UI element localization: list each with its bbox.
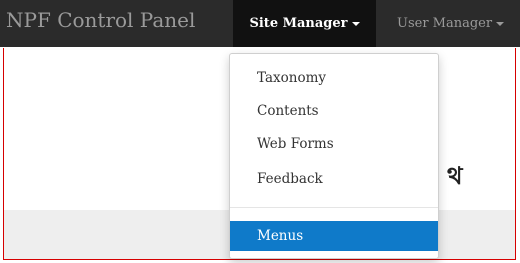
menu-item-contents[interactable]: Contents — [230, 96, 438, 126]
menu-item-feedback[interactable]: Feedback — [230, 164, 438, 194]
menu-divider — [230, 207, 438, 208]
caret-down-icon — [351, 21, 360, 26]
menu-item-taxonomy[interactable]: Taxonomy — [230, 63, 438, 93]
top-navbar: NPF Control Panel Site Manager User Mana… — [0, 0, 520, 47]
nav-user-manager[interactable]: User Manager — [397, 0, 505, 47]
partial-heading: থ — [447, 162, 463, 190]
brand-title[interactable]: NPF Control Panel — [6, 8, 195, 32]
nav-user-manager-label: User Manager — [397, 16, 493, 31]
site-manager-dropdown: Taxonomy Contents Web Forms Feedback Men… — [229, 53, 439, 259]
caret-down-icon — [496, 21, 505, 26]
nav-site-manager-label: Site Manager — [249, 16, 348, 31]
menu-item-web-forms[interactable]: Web Forms — [230, 129, 438, 159]
nav-site-manager[interactable]: Site Manager — [233, 0, 376, 47]
menu-item-menus[interactable]: Menus — [230, 221, 438, 251]
